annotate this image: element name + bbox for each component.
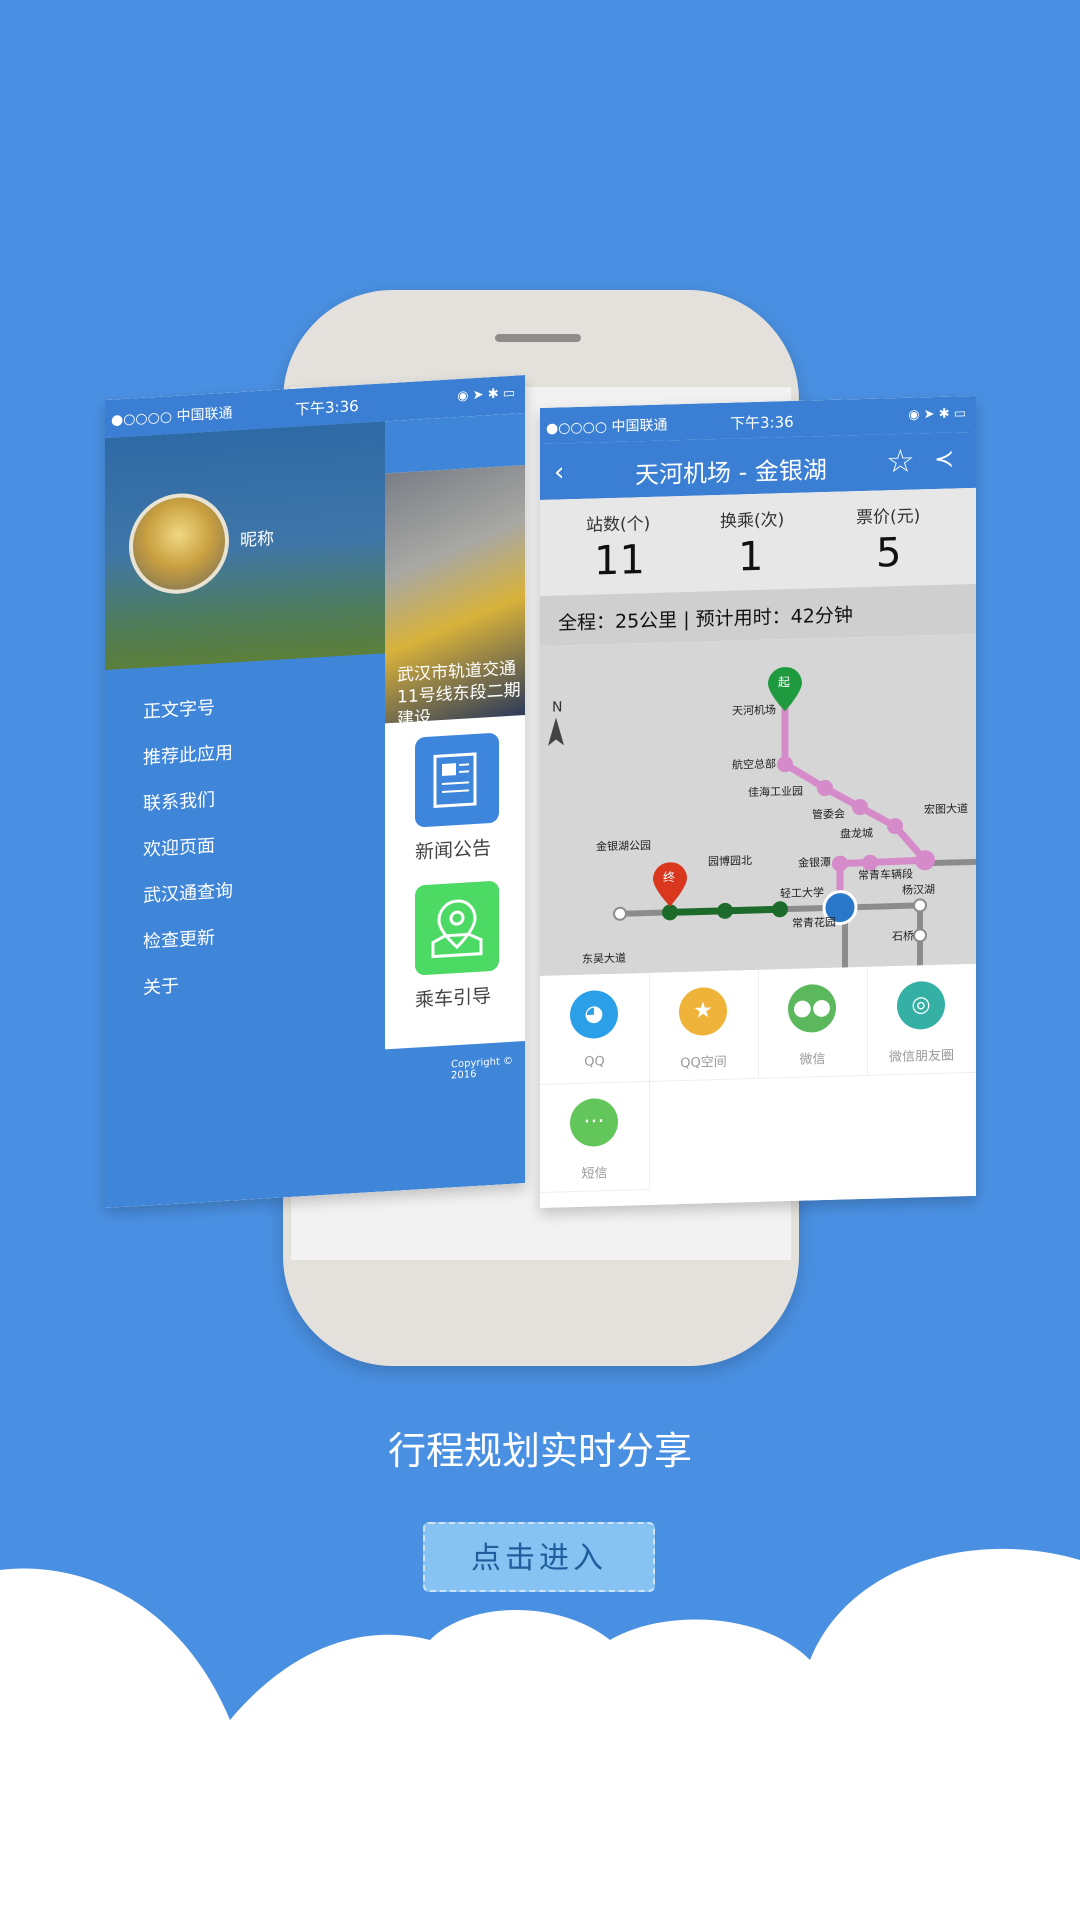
share-qzone[interactable]: ★ QQ空间 <box>649 969 759 1082</box>
stat-label-stations: 站数(个) <box>586 513 651 536</box>
route-title: 天河机场 - 金银湖 <box>635 455 827 490</box>
side-drawer: 昵称 正文字号 推荐此应用 联系我们 欢迎页面 武汉通查询 检查更新 关于 <box>105 421 385 1208</box>
menu-item-welcome[interactable]: 欢迎页面 <box>143 831 215 861</box>
map-canvas: 起 终 N 天河机场 航空总部 佳海工业园 管委会 盘龙城 宏图大道 金银潭 常… <box>548 667 976 968</box>
moments-icon: ◎ <box>897 980 945 1031</box>
nickname-label[interactable]: 昵称 <box>240 524 274 551</box>
station-label: 管委会 <box>812 806 845 821</box>
share-icon[interactable]: ≺ <box>934 444 954 473</box>
station-label: 常青花园 <box>792 916 836 930</box>
news-caption: 武汉市轨道交通11号线东段二期建设 <box>397 658 521 730</box>
share-panel: ◕ QQ ★ QQ空间 ●● 微信 ◎ 微信朋友圈 ··· 短信 <box>540 963 976 1208</box>
news-tile-label: 新闻公告 <box>415 837 492 864</box>
menu-item-font-size[interactable]: 正文字号 <box>143 693 215 723</box>
map-pin-icon <box>431 899 483 959</box>
station-label: 东吴大道 <box>582 951 626 966</box>
cloud-footer <box>0 1548 1080 1920</box>
station-label: 宏图大道 <box>924 801 968 816</box>
menu-item-about[interactable]: 关于 <box>143 972 179 1000</box>
share-qq[interactable]: ◕ QQ <box>540 972 650 1085</box>
time-label: 下午3:36 <box>730 412 794 433</box>
copyright-text: Copyright © 2016 <box>451 1055 514 1082</box>
station-dot <box>662 904 678 921</box>
news-tile[interactable] <box>415 732 499 828</box>
station-label: 金银潭 <box>798 855 831 870</box>
stat-label-transfers: 换乘(次) <box>720 510 785 532</box>
qzone-icon: ★ <box>679 986 727 1037</box>
stat-value-transfers: 1 <box>738 533 764 581</box>
main-topbar <box>385 413 525 474</box>
share-label: QQ <box>584 1054 605 1070</box>
share-label: 微信朋友圈 <box>888 1048 954 1066</box>
route-stats: 站数(个) 11 换乘(次) 1 票价(元) 5 <box>540 487 976 596</box>
main-content: 武汉市轨道交通11号线东段二期建设 新闻公告 乘车引导 Copyright © … <box>385 413 525 1192</box>
station-label: 佳海工业园 <box>748 784 803 800</box>
station-label: 航空总部 <box>732 756 776 771</box>
station-label: 轻工大学 <box>780 885 824 900</box>
phone-speaker <box>495 334 581 342</box>
stat-label-fare: 票价(元) <box>856 506 921 529</box>
station-label: 园博园北 <box>708 854 752 868</box>
station-dot <box>772 901 788 918</box>
route-map[interactable]: 起 终 N 天河机场 航空总部 佳海工业园 管委会 盘龙城 宏图大道 金银潭 常… <box>540 633 976 976</box>
main-footer: Copyright © 2016 <box>385 1041 525 1192</box>
menu-item-check-update[interactable]: 检查更新 <box>143 923 215 953</box>
share-label: QQ空间 <box>680 1054 727 1072</box>
compass-icon <box>548 717 564 746</box>
qq-icon: ◕ <box>570 989 618 1040</box>
summary-text: 全程：25公里 | 预计用时：42分钟 <box>558 604 853 635</box>
station-dot <box>717 902 733 919</box>
back-icon[interactable]: ‹ <box>554 457 564 487</box>
guide-tile[interactable] <box>415 880 499 976</box>
wechat-icon: ●● <box>788 983 836 1034</box>
menu-item-wuhantong[interactable]: 武汉通查询 <box>143 876 233 907</box>
time-label: 下午3:36 <box>295 396 359 419</box>
station-dot <box>613 906 627 921</box>
drawer-header: 昵称 <box>105 421 385 670</box>
station-label: 杨汉湖 <box>902 882 935 897</box>
carrier-label: ●○○○○ 中国联通 <box>111 405 233 429</box>
end-marker-label: 终 <box>663 869 675 884</box>
guide-tile-label: 乘车引导 <box>415 985 492 1012</box>
battery-icon: ◉ ➤ ✱ ▭ <box>457 385 515 405</box>
stat-value-fare: 5 <box>876 529 902 577</box>
share-moments[interactable]: ◎ 微信朋友圈 <box>867 963 976 1076</box>
newspaper-icon <box>433 752 477 808</box>
carrier-label: ●○○○○ 中国联通 <box>546 417 668 437</box>
news-banner[interactable]: 武汉市轨道交通11号线东段二期建设 <box>385 465 525 730</box>
share-label: 短信 <box>581 1166 608 1182</box>
share-sms[interactable]: ··· 短信 <box>540 1080 650 1193</box>
station-label: 金银湖公园 <box>596 838 651 854</box>
station-label: 天河机场 <box>732 702 776 717</box>
station-label: 石桥 <box>892 930 914 944</box>
compass-label: N <box>552 699 562 715</box>
station-label: 常青车辆段 <box>858 867 913 883</box>
menu-item-recommend[interactable]: 推荐此应用 <box>143 738 233 769</box>
share-label: 微信 <box>799 1052 826 1068</box>
station-dot <box>913 928 927 943</box>
sms-icon: ··· <box>570 1097 618 1148</box>
battery-icon: ◉ ➤ ✱ ▭ <box>908 406 966 423</box>
share-wechat[interactable]: ●● 微信 <box>758 966 868 1079</box>
station-dot <box>832 855 848 872</box>
tagline: 行程规划实时分享 <box>387 1429 692 1473</box>
star-icon[interactable]: ☆ <box>886 442 915 481</box>
right-screen-card: ●○○○○ 中国联通 下午3:36 ◉ ➤ ✱ ▭ ‹ 天河机场 - 金银湖 ☆… <box>540 395 976 1208</box>
station-label: 盘龙城 <box>840 826 873 841</box>
avatar[interactable] <box>129 490 229 597</box>
start-marker-label: 起 <box>778 675 790 689</box>
stat-value-stations: 11 <box>594 537 645 585</box>
menu-item-contact[interactable]: 联系我们 <box>143 785 215 815</box>
left-screen-card: ●○○○○ 中国联通 下午3:36 ◉ ➤ ✱ ▭ 昵称 正文字号 推荐此应用 … <box>105 375 525 1209</box>
station-dot <box>913 898 927 913</box>
